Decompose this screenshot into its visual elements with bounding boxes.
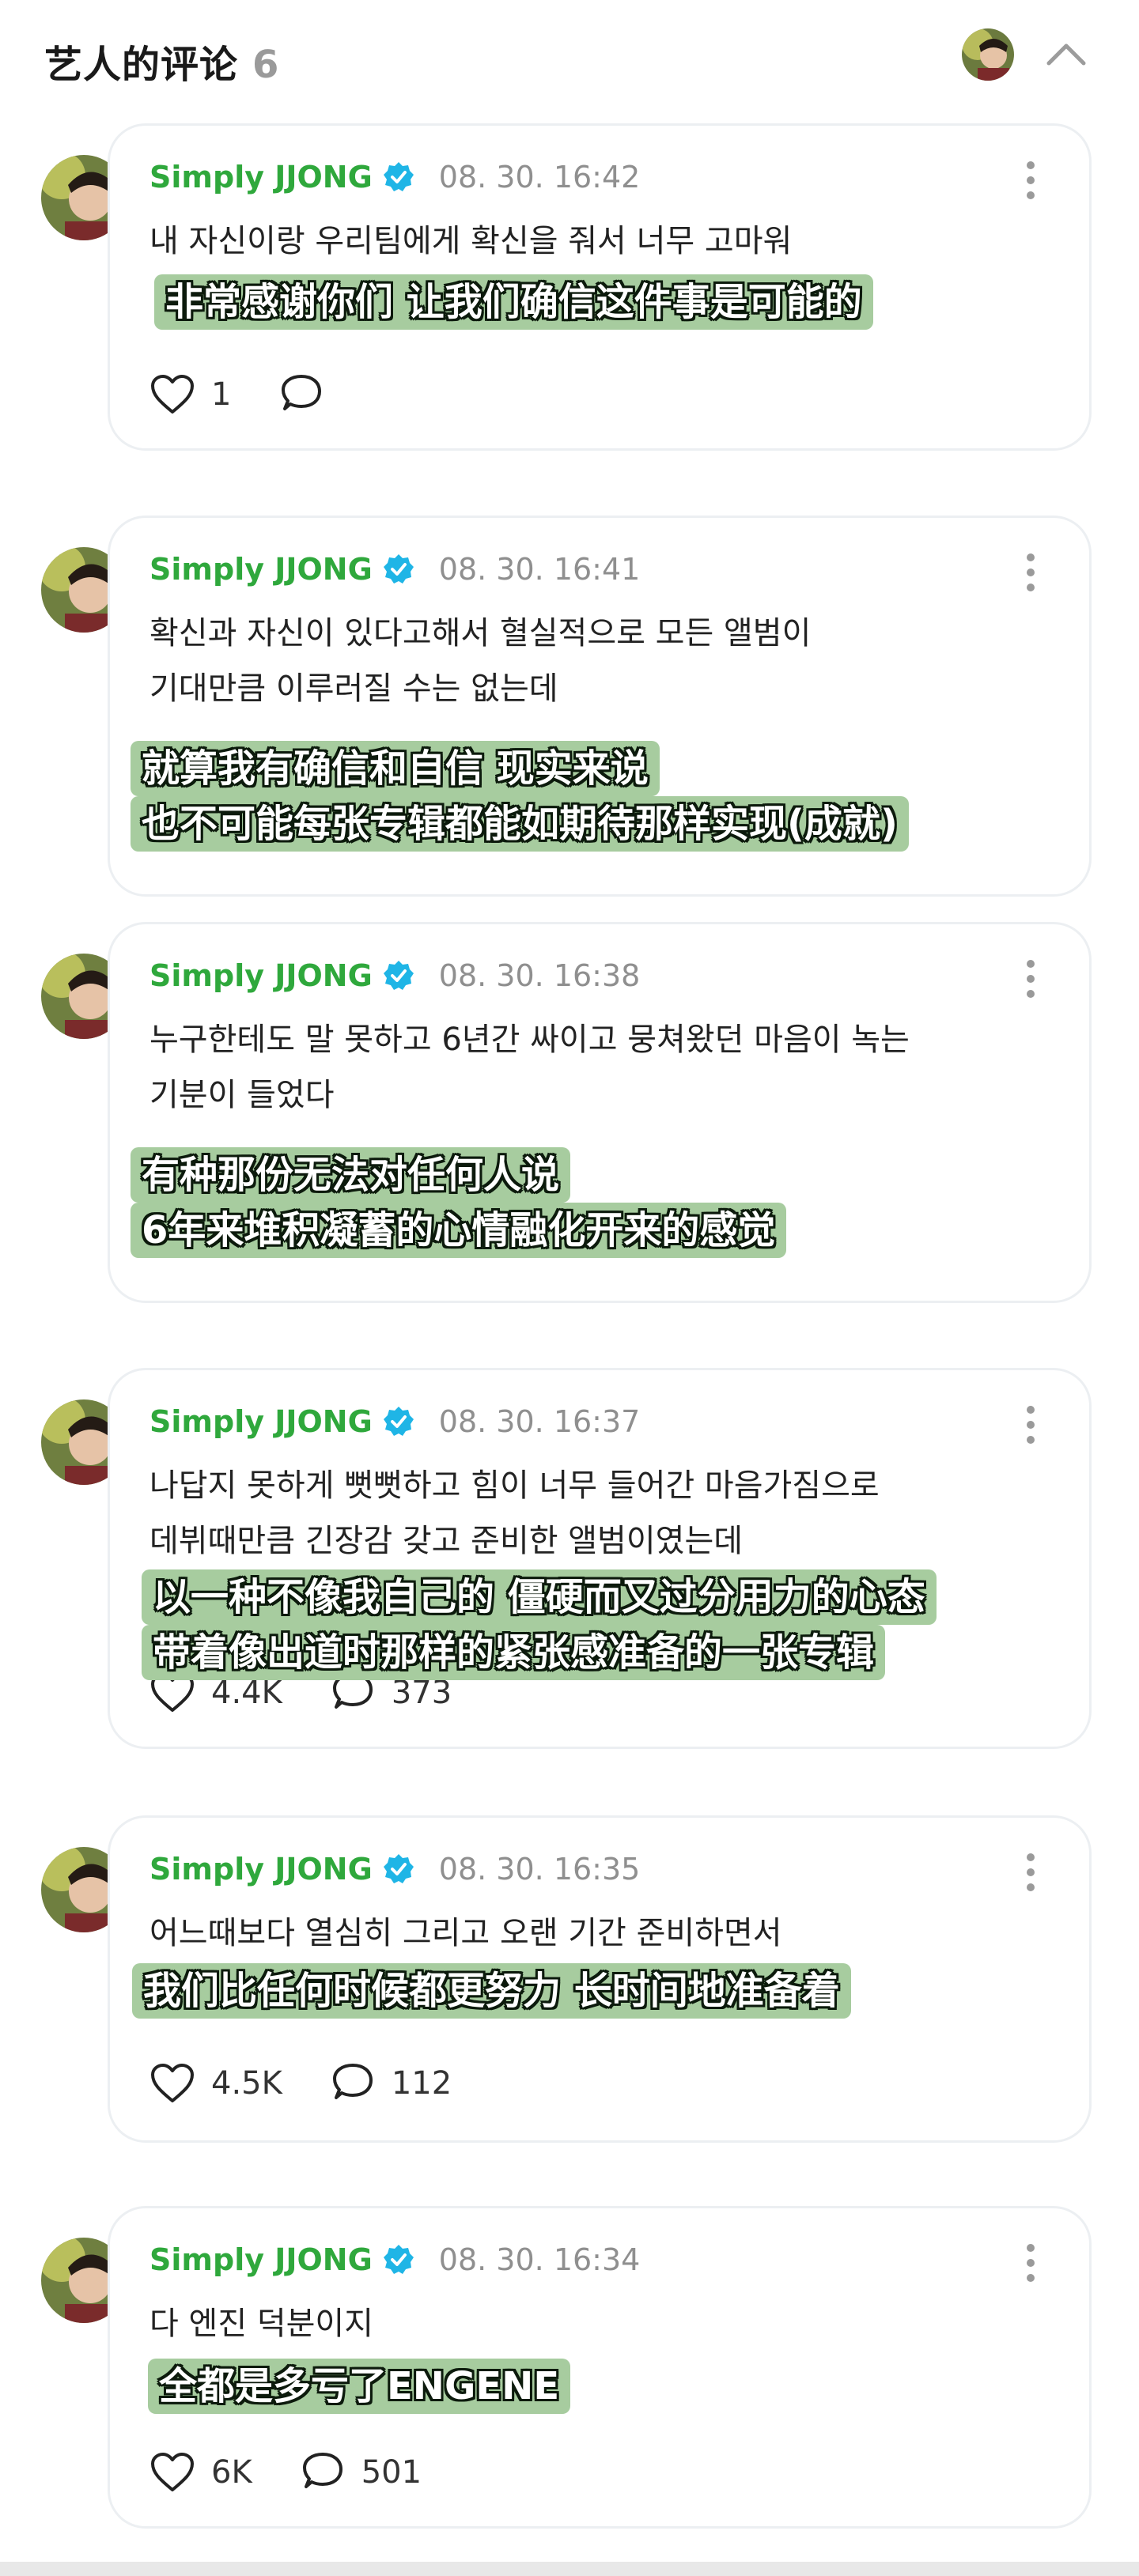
like-button[interactable]: 1	[149, 374, 231, 415]
comment-card: Simply JJONG 08. 30. 16:35 어느때보다 열심히 그리고…	[108, 1815, 1092, 2143]
verified-badge-icon	[383, 162, 414, 191]
section-title-label: 艺人的评论	[44, 43, 239, 87]
translation-subtitle: 非常感谢你们 让我们确信这件事是可能的	[154, 274, 873, 330]
timestamp: 08. 30. 16:37	[438, 1404, 641, 1439]
comment-meta: Simply JJONG 08. 30. 16:38	[149, 956, 640, 995]
author-name[interactable]: Simply JJONG	[149, 1404, 373, 1439]
more-vertical-icon[interactable]	[1023, 1403, 1039, 1446]
reply-button[interactable]: 112	[330, 2063, 452, 2104]
comment-meta: Simply JJONG 08. 30. 16:41	[149, 550, 640, 589]
comments-header: 艺人的评论 6	[0, 0, 1139, 111]
comment-card: Simply JJONG 08. 30. 16:41 확신과 자신이 있다고해서…	[108, 516, 1092, 897]
more-vertical-icon[interactable]	[1023, 551, 1039, 594]
reply-button[interactable]: 501	[300, 2452, 422, 2493]
timestamp: 08. 30. 16:42	[438, 160, 641, 195]
header-avatar[interactable]	[962, 28, 1014, 81]
reply-count: 501	[361, 2454, 422, 2491]
author-name[interactable]: Simply JJONG	[149, 160, 373, 195]
like-count: 1	[211, 376, 232, 413]
comment-text-line: 데뷔때만큼 긴장감 갖고 준비한 앨범이였는데	[149, 1523, 744, 1559]
heart-icon	[151, 2064, 194, 2102]
author-name[interactable]: Simply JJONG	[149, 958, 373, 993]
reply-count: 112	[391, 2065, 452, 2102]
comment-text-line: 기분이 들었다	[149, 1077, 335, 1113]
comment-text-line: 누구한테도 말 못하고 6년간 싸이고 뭉쳐왔던 마음이 녹는	[149, 1022, 910, 1058]
verified-badge-icon	[383, 1407, 414, 1436]
comment-card: Simply JJONG 08. 30. 16:37 나답지 못하게 뻣뻣하고 …	[108, 1368, 1092, 1749]
comment-text-line: 다 엔진 덕분이지	[149, 2306, 374, 2342]
comment-actions: 6K 501	[149, 2449, 469, 2496]
translation-subtitle: 以一种不像我自己的 僵硬而又过分用力的心态	[142, 1569, 937, 1625]
timestamp: 08. 30. 16:38	[438, 958, 641, 993]
speech-bubble-icon	[302, 2453, 342, 2488]
comment-text-line: 내 자신이랑 우리팀에게 확신을 줘서 너무 고마워	[149, 223, 793, 259]
comment-text-line: 확신과 자신이 있다고해서 혈실적으로 모든 앨범이	[149, 615, 812, 652]
comment-meta: Simply JJONG 08. 30. 16:37	[149, 1402, 640, 1441]
timestamp: 08. 30. 16:41	[438, 552, 641, 587]
comment-count: 6	[252, 43, 280, 87]
like-button[interactable]: 6K	[149, 2452, 252, 2493]
comment-meta: Simply JJONG 08. 30. 16:35	[149, 1849, 640, 1889]
reply-button[interactable]	[278, 374, 340, 415]
timestamp: 08. 30. 16:34	[438, 2242, 641, 2277]
translation-subtitle: 有种那份无法对任何人说	[131, 1147, 571, 1203]
more-vertical-icon[interactable]	[1023, 2242, 1039, 2284]
heart-icon	[151, 375, 194, 414]
comment-actions: 4.5K 112	[149, 2060, 499, 2107]
like-count: 4.5K	[211, 2065, 282, 2102]
comment-meta: Simply JJONG 08. 30. 16:42	[149, 157, 640, 197]
author-name[interactable]: Simply JJONG	[149, 2242, 373, 2277]
more-vertical-icon[interactable]	[1023, 958, 1039, 1000]
like-button[interactable]: 4.5K	[149, 2063, 282, 2104]
section-title: 艺人的评论 6	[44, 33, 279, 89]
comment-text-line: 나답지 못하게 뻣뻣하고 힘이 너무 들어간 마음가짐으로	[149, 1467, 880, 1504]
comment-actions: 1	[149, 371, 388, 418]
verified-badge-icon	[383, 2245, 414, 2274]
translation-subtitle: 全都是多亏了ENGENE	[148, 2359, 571, 2414]
author-name[interactable]: Simply JJONG	[149, 1852, 373, 1887]
translation-subtitle: 也不可能每张专辑都能如期待那样实现(成就)	[131, 796, 909, 852]
bottom-divider	[0, 2562, 1139, 2576]
comment-meta: Simply JJONG 08. 30. 16:34	[149, 2240, 640, 2279]
verified-badge-icon	[383, 961, 414, 990]
speech-bubble-icon	[332, 2064, 373, 2099]
more-vertical-icon[interactable]	[1023, 1851, 1039, 1894]
comment-text-line: 어느때보다 열심히 그리고 오랜 기간 준비하면서	[149, 1915, 782, 1951]
comment-text-line: 기대만큼 이루러질 수는 없는데	[149, 670, 558, 707]
comment-card: Simply JJONG 08. 30. 16:34 다 엔진 덕분이지 全都是…	[108, 2206, 1092, 2529]
verified-badge-icon	[383, 1854, 414, 1883]
heart-icon	[151, 2453, 194, 2491]
translation-subtitle: 我们比任何时候都更努力 长时间地准备着	[132, 1963, 851, 2019]
translation-subtitle: 带着像出道时那样的紧张感准备的一张专辑	[142, 1625, 886, 1680]
more-vertical-icon[interactable]	[1023, 159, 1039, 202]
chevron-up-icon[interactable]	[1043, 35, 1090, 74]
translation-subtitle: 6年来堆积凝蓄的心情融化开来的感觉	[131, 1203, 787, 1258]
comment-card: Simply JJONG 08. 30. 16:42 내 자신이랑 우리팀에게 …	[108, 123, 1092, 451]
verified-badge-icon	[383, 554, 414, 584]
like-count: 6K	[211, 2454, 252, 2491]
author-name[interactable]: Simply JJONG	[149, 552, 373, 587]
speech-bubble-icon	[282, 375, 322, 410]
translation-subtitle: 就算我有确信和自信 现实来说	[131, 741, 660, 796]
comment-card: Simply JJONG 08. 30. 16:38 누구한테도 말 못하고 6…	[108, 922, 1092, 1303]
timestamp: 08. 30. 16:35	[438, 1852, 641, 1887]
